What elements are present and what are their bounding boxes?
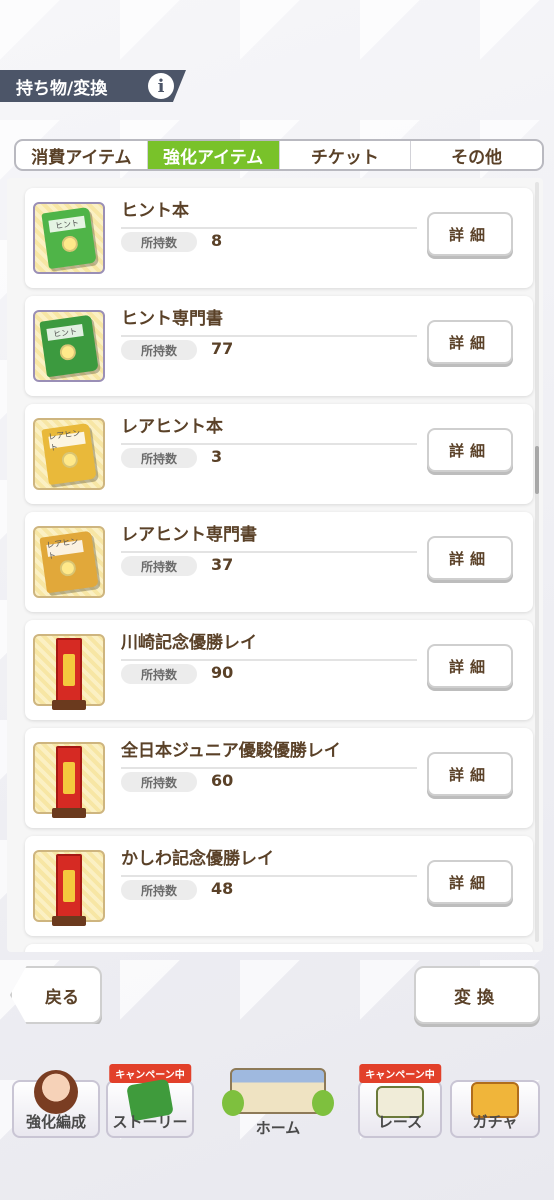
back-button[interactable]: 戻る: [10, 966, 102, 1024]
detail-button[interactable]: 詳細: [427, 752, 513, 796]
victory-sash-icon: [33, 850, 105, 926]
scrollbar-track[interactable]: [535, 182, 539, 942]
tab-tickets[interactable]: チケット: [278, 141, 411, 169]
exchange-button[interactable]: 変換: [414, 966, 540, 1024]
list-item: レアヒント レアヒント本 所持数 3 詳細: [25, 404, 533, 504]
count-label: 所持数: [121, 664, 197, 684]
count-value: 60: [211, 771, 234, 790]
nav-race[interactable]: キャンペーン中 レース: [358, 1064, 442, 1138]
nav-home[interactable]: ホーム: [208, 1066, 348, 1140]
count-value: 37: [211, 555, 234, 574]
item-name: レアヒント専門書: [121, 520, 417, 553]
count-value: 3: [211, 447, 223, 466]
nav-story[interactable]: キャンペーン中 ストーリー: [106, 1064, 194, 1138]
item-name: 全日本ジュニア優駿優勝レイ: [121, 736, 417, 769]
list-item: レアヒント レアヒント専門書 所持数 37 詳細: [25, 512, 533, 612]
nav-label: ホーム: [255, 1119, 301, 1137]
hint-book-icon: ヒント: [33, 202, 105, 274]
nav-label: 強化編成: [25, 1113, 86, 1131]
list-item: ヒント ヒント本 所持数 8 詳細: [25, 188, 533, 288]
nav-label: ガチャ: [472, 1113, 518, 1131]
list-item: ヒント ヒント専門書 所持数 77 詳細: [25, 296, 533, 396]
count-value: 8: [211, 231, 223, 250]
detail-button[interactable]: 詳細: [427, 212, 513, 256]
detail-button[interactable]: 詳細: [427, 536, 513, 580]
page-title: 持ち物/変換: [16, 78, 108, 99]
list-item: かしわ記念優勝レイ 所持数 48 詳細: [25, 836, 533, 936]
tab-consumables[interactable]: 消費アイテム: [16, 141, 147, 169]
detail-button[interactable]: 詳細: [427, 320, 513, 364]
item-name: 川崎記念優勝レイ: [121, 628, 417, 661]
detail-button[interactable]: 詳細: [427, 860, 513, 904]
character-icon: [34, 1070, 78, 1114]
victory-sash-icon: [33, 742, 105, 818]
item-name: かしわ記念優勝レイ: [121, 844, 417, 877]
scrollbar-thumb[interactable]: [535, 446, 539, 494]
count-label: 所持数: [121, 340, 197, 360]
campaign-badge: キャンペーン中: [109, 1064, 191, 1083]
tree-icon: [312, 1090, 334, 1116]
list-item: [25, 944, 533, 952]
rare-hint-specialist-book-icon: レアヒント: [33, 526, 105, 598]
count-label: 所持数: [121, 772, 197, 792]
item-name: レアヒント本: [121, 412, 417, 445]
victory-sash-icon: [33, 634, 105, 710]
nav-label: ストーリー: [112, 1113, 188, 1131]
count-label: 所持数: [121, 556, 197, 576]
detail-button[interactable]: 詳細: [427, 644, 513, 688]
tab-other[interactable]: その他: [410, 141, 542, 169]
item-list-panel: ヒント ヒント本 所持数 8 詳細 ヒント ヒント専門書 所持数 77 詳細 レ…: [7, 178, 543, 952]
count-value: 48: [211, 879, 234, 898]
nav-gacha[interactable]: ガチャ: [450, 1080, 540, 1138]
item-name: ヒント専門書: [121, 304, 417, 337]
info-icon[interactable]: i: [148, 73, 174, 99]
count-value: 90: [211, 663, 234, 682]
nav-label: レース: [377, 1113, 423, 1131]
nav-enhance-formation[interactable]: 強化編成: [12, 1070, 100, 1138]
list-item: 川崎記念優勝レイ 所持数 90 詳細: [25, 620, 533, 720]
rare-hint-book-icon: レアヒント: [33, 418, 105, 490]
hint-specialist-book-icon: ヒント: [33, 310, 105, 382]
tree-icon: [222, 1090, 244, 1116]
bottom-nav: 強化編成 キャンペーン中 ストーリー ホーム キャンペーン中 レース ガチャ: [0, 1060, 554, 1144]
category-tabs: 消費アイテム 強化アイテム チケット その他: [14, 139, 544, 171]
tab-enhancement[interactable]: 強化アイテム: [146, 141, 279, 169]
list-item: 全日本ジュニア優駿優勝レイ 所持数 60 詳細: [25, 728, 533, 828]
count-value: 77: [211, 339, 234, 358]
count-label: 所持数: [121, 880, 197, 900]
campaign-badge: キャンペーン中: [359, 1064, 441, 1083]
count-label: 所持数: [121, 448, 197, 468]
item-name: ヒント本: [121, 196, 417, 229]
count-label: 所持数: [121, 232, 197, 252]
detail-button[interactable]: 詳細: [427, 428, 513, 472]
